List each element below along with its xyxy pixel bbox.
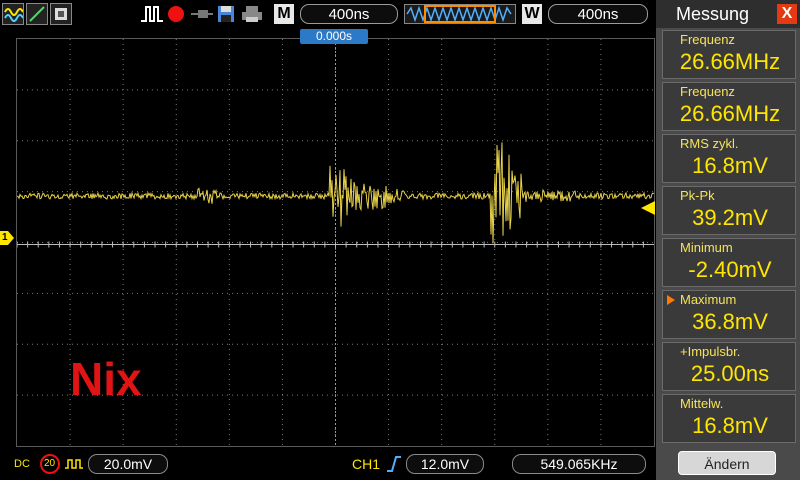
measurement-value: 16.8mV [692,153,768,178]
panel-title: Messung [676,4,750,24]
measurement-label: Frequenz [680,32,735,47]
measurement-label: RMS zykl. [680,136,739,151]
math-wave-icon[interactable] [2,3,24,25]
channel-1-number: 1 [2,232,8,243]
bandwidth-limit-label: 20 [44,458,56,469]
measurement-label: Pk-Pk [680,188,715,203]
change-button[interactable]: Ändern [678,451,776,475]
trigger-channel-label[interactable]: CH1 [352,456,380,472]
coupling-label: DC [14,458,30,470]
selection-arrow-icon [667,295,675,305]
measurement-item[interactable]: Frequenz 26.66MHz [662,82,796,131]
measurement-item[interactable]: Minimum -2.40mV [662,238,796,287]
record-icon[interactable] [166,3,186,25]
overlay-text: Nix [70,353,142,405]
measurement-label: +Impulsbr. [680,344,741,359]
measurement-value: 26.66MHz [679,49,781,74]
measurement-item[interactable]: +Impulsbr. 25.00ns [662,342,796,391]
coupling-indicator[interactable]: DC [14,454,36,474]
window-label[interactable]: W [522,4,542,24]
save-icon[interactable] [216,3,236,25]
measurement-item[interactable]: Pk-Pk 39.2mV [662,186,796,235]
display-mode-icon[interactable] [50,3,72,25]
timebase-main-label[interactable]: M [274,4,294,24]
frequency-counter: 549.065KHz [512,454,646,474]
measurement-value: -2.40mV [688,257,772,282]
close-button[interactable]: X [777,4,797,24]
trigger-level[interactable]: 12.0mV [406,454,484,474]
measurement-value: 39.2mV [692,205,768,230]
measurement-item[interactable]: Frequenz 26.66MHz [662,30,796,79]
channel-1-marker[interactable]: 1 [0,231,14,245]
panel-header: Messung X [656,0,800,28]
measurement-label: Minimum [680,240,733,255]
measurement-label: Frequenz [680,84,735,99]
measurement-value: 16.8mV [692,413,768,438]
print-icon[interactable] [240,3,264,25]
top-toolbar: M 400ns W 400ns [0,0,656,28]
channel-scale[interactable]: 20.0mV [88,454,168,474]
measurement-panel: Messung X Frequenz 26.66MHz Frequenz 26.… [656,0,800,480]
pulse-icon[interactable] [140,3,164,25]
trigger-level-marker[interactable] [641,201,655,215]
trigger-time-marker[interactable]: 0.000s [300,29,368,44]
status-bar: DC 20 20.0mV CH1 12.0mV 549.065KHz [0,448,656,480]
bandwidth-limit-indicator[interactable]: 20 [40,454,60,474]
timebase-main-value[interactable]: 400ns [300,4,398,24]
invert-icon[interactable] [64,456,84,472]
measurement-label: Maximum [680,292,737,307]
measurement-item-selected[interactable]: Maximum 36.8mV [662,290,796,339]
measurement-value: 26.66MHz [679,101,781,126]
waveform-preview-icon[interactable] [404,4,516,24]
cursor-icon[interactable] [26,3,48,25]
window-timebase-value[interactable]: 400ns [548,4,648,24]
probe-icon[interactable] [190,3,214,25]
rising-edge-icon[interactable] [386,455,402,473]
measurement-value: 25.00ns [690,361,770,386]
measurement-value: 36.8mV [692,309,768,334]
measurement-item[interactable]: Mittelw. 16.8mV [662,394,796,443]
measurement-item[interactable]: RMS zykl. 16.8mV [662,134,796,183]
measurement-label: Mittelw. [680,396,724,411]
